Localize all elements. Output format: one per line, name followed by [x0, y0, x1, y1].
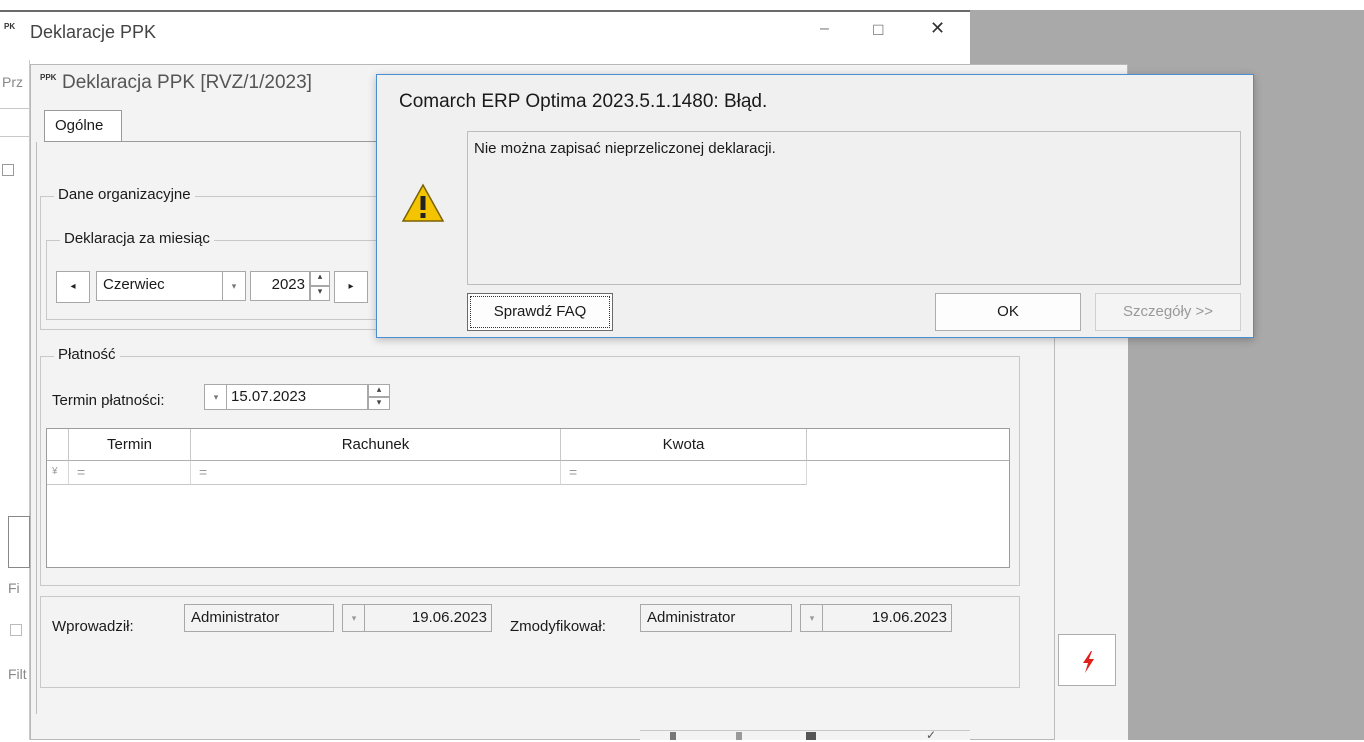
month-dropdown-icon[interactable]: ▾: [222, 271, 246, 301]
minimize-button[interactable]: –: [820, 20, 829, 38]
year-up-icon[interactable]: ▴: [310, 271, 330, 286]
filter-row-icon[interactable]: ¥: [47, 461, 69, 485]
dialog-message-text: Nie można zapisać nieprzeliczonej deklar…: [474, 140, 776, 157]
year-down-icon[interactable]: ▾: [310, 286, 330, 301]
modified-date-dropdown-icon: ▾: [800, 604, 824, 632]
payment-date-dropdown-icon[interactable]: ▾: [204, 384, 228, 410]
modified-date-value: 19.06.2023: [871, 609, 947, 626]
table-corner: [47, 429, 69, 461]
payment-date-field[interactable]: 15.07.2023: [226, 384, 368, 410]
toolbar-icon[interactable]: [806, 732, 816, 740]
payments-table[interactable]: Termin Rachunek Kwota ¥ = = =: [46, 428, 1010, 568]
maximize-button[interactable]: ☐: [872, 22, 885, 39]
month-select[interactable]: Czerwiec: [96, 271, 224, 301]
payment-date-value: 15.07.2023: [231, 388, 307, 405]
payment-date-up-icon[interactable]: ▴: [368, 384, 390, 397]
filter-cell-rachunek[interactable]: =: [191, 461, 561, 485]
toolbar-icon[interactable]: [670, 732, 676, 740]
outer-window-icon: PK: [4, 16, 15, 33]
modified-by-label: Zmodyfikował:: [510, 618, 606, 635]
entered-by-field: Administrator: [184, 604, 334, 632]
close-button[interactable]: ✕: [930, 18, 945, 39]
year-field[interactable]: 2023: [250, 271, 310, 301]
payment-due-label: Termin płatności:: [52, 392, 165, 409]
left-cut-label: Prz: [2, 74, 23, 90]
month-select-value: Czerwiec: [103, 276, 165, 293]
dialog-title: Comarch ERP Optima 2023.5.1.1480: Błąd.: [399, 91, 768, 112]
left-filter-label: Fi: [8, 580, 20, 596]
dialog-message: Nie można zapisać nieprzeliczonej deklar…: [467, 131, 1241, 285]
error-dialog: Comarch ERP Optima 2023.5.1.1480: Błąd. …: [376, 74, 1254, 338]
left-filter-checkbox[interactable]: [10, 624, 22, 636]
entered-by-label: Wprowadził:: [52, 618, 134, 635]
left-filter-label-2: Filt: [8, 666, 27, 682]
payment-date-down-icon[interactable]: ▾: [368, 397, 390, 410]
confirm-icon[interactable]: ✓: [926, 729, 940, 741]
bottom-toolbar: [640, 730, 970, 740]
column-header-kwota[interactable]: Kwota: [561, 429, 807, 461]
declaration-window-icon: PPK: [40, 67, 56, 84]
modified-by-value: Administrator: [647, 609, 736, 626]
tab-ogolne-label: Ogólne: [55, 117, 104, 134]
modified-by-field: Administrator: [640, 604, 792, 632]
month-group-legend: Deklaracja za miesiąc: [60, 230, 214, 247]
year-field-value: 2023: [271, 276, 305, 293]
payment-legend: Płatność: [54, 346, 120, 363]
column-header-termin[interactable]: Termin: [69, 429, 191, 461]
lightning-icon: [1083, 651, 1094, 673]
details-button[interactable]: Szczegóły >>: [1095, 293, 1241, 331]
toolbar-icon[interactable]: [736, 732, 742, 740]
calculate-button[interactable]: [1058, 634, 1116, 686]
filter-cell-termin[interactable]: =: [69, 461, 191, 485]
prev-month-button[interactable]: ◂: [56, 271, 90, 303]
outer-window-icon-text: PK: [4, 22, 16, 31]
declaration-window-title: Deklaracja PPK [RVZ/1/2023]: [62, 72, 312, 93]
column-header-empty: [807, 429, 1009, 461]
org-data-legend: Dane organizacyjne: [54, 186, 195, 203]
warning-icon: [401, 183, 445, 227]
left-cut-input[interactable]: [8, 516, 30, 568]
entered-by-value: Administrator: [191, 609, 280, 626]
declaration-icon-text: PPK: [40, 73, 57, 82]
next-month-button[interactable]: ▸: [334, 271, 368, 303]
filter-cell-kwota[interactable]: =: [561, 461, 807, 485]
modified-date-field: 19.06.2023: [822, 604, 952, 632]
tab-ogolne[interactable]: Ogólne: [44, 110, 122, 142]
entered-date-value: 19.06.2023: [411, 609, 487, 626]
entered-date-field: 19.06.2023: [364, 604, 492, 632]
left-divider: [0, 108, 30, 109]
entered-date-dropdown-icon: ▾: [342, 604, 366, 632]
check-faq-button[interactable]: Sprawdź FAQ: [467, 293, 613, 331]
outer-window-title: Deklaracje PPK: [30, 22, 157, 42]
ok-button[interactable]: OK: [935, 293, 1081, 331]
left-background-list: [0, 60, 30, 740]
column-header-rachunek[interactable]: Rachunek: [191, 429, 561, 461]
left-divider: [0, 136, 30, 137]
left-checkbox[interactable]: [2, 164, 14, 176]
